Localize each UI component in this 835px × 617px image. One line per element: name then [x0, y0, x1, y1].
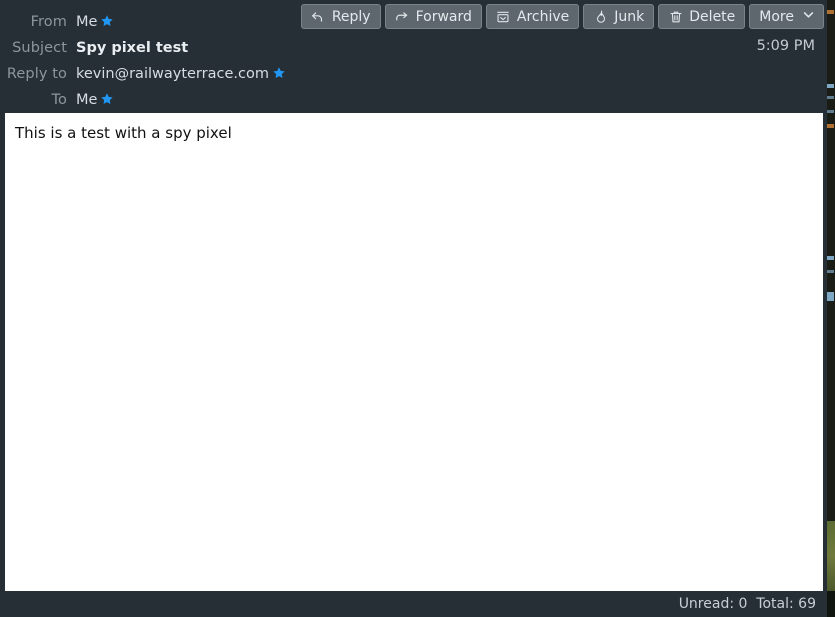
star-icon[interactable] — [100, 92, 114, 110]
more-button-label: More — [759, 8, 794, 25]
reply-button[interactable]: Reply — [300, 4, 381, 29]
header-field-value-from[interactable]: Me — [76, 9, 114, 35]
archive-button[interactable]: Archive — [485, 4, 580, 29]
flame-icon — [593, 9, 608, 24]
header-field-label: From — [30, 14, 67, 30]
message-body-text: This is a test with a spy pixel — [15, 124, 232, 142]
header-field-label: To — [51, 92, 67, 108]
message-header: From Me Subject Spy pixel test Reply to … — [0, 0, 827, 112]
header-field-value-subject: Spy pixel test — [76, 35, 188, 61]
header-field-subject: Subject Spy pixel test — [0, 35, 700, 61]
header-field-value-reply-to[interactable]: kevin@railwayterrace.com — [76, 61, 286, 87]
forward-button-label: Forward — [415, 8, 472, 25]
delete-button[interactable]: Delete — [658, 4, 746, 29]
header-field-value-to[interactable]: Me — [76, 87, 114, 113]
subject-text: Spy pixel test — [76, 40, 189, 56]
star-icon[interactable] — [272, 66, 286, 84]
reply-button-label: Reply — [331, 8, 371, 25]
reply-to-address-text: kevin@railwayterrace.com — [76, 66, 269, 82]
status-bar: Unread: 0 Total: 69 — [0, 591, 827, 617]
junk-button-label: Junk — [614, 8, 645, 25]
forward-button[interactable]: Forward — [384, 4, 482, 29]
archive-icon — [496, 9, 511, 24]
star-icon[interactable] — [100, 14, 114, 32]
trash-icon — [668, 9, 683, 24]
delete-button-label: Delete — [689, 8, 736, 25]
header-field-label: Subject — [12, 40, 67, 56]
from-address-text: Me — [76, 14, 98, 30]
forward-icon — [395, 9, 410, 24]
mail-message-window: From Me Subject Spy pixel test Reply to … — [0, 0, 827, 617]
message-body-panel[interactable]: This is a test with a spy pixel — [5, 113, 823, 591]
to-address-text: Me — [76, 92, 98, 108]
reply-icon — [311, 9, 326, 24]
header-field-to: To Me — [0, 87, 700, 113]
header-field-label: Reply to — [6, 66, 67, 82]
more-button[interactable]: More — [749, 4, 824, 29]
message-timestamp: 5:09 PM — [756, 38, 815, 54]
message-toolbar: Reply Forward Archive Junk Delete More — [300, 4, 824, 29]
archive-button-label: Archive — [516, 8, 570, 25]
chevron-down-icon — [803, 9, 814, 22]
status-counts: Unread: 0 Total: 69 — [678, 596, 816, 612]
header-field-reply-to: Reply to kevin@railwayterrace.com — [0, 61, 700, 87]
junk-button[interactable]: Junk — [583, 4, 655, 29]
